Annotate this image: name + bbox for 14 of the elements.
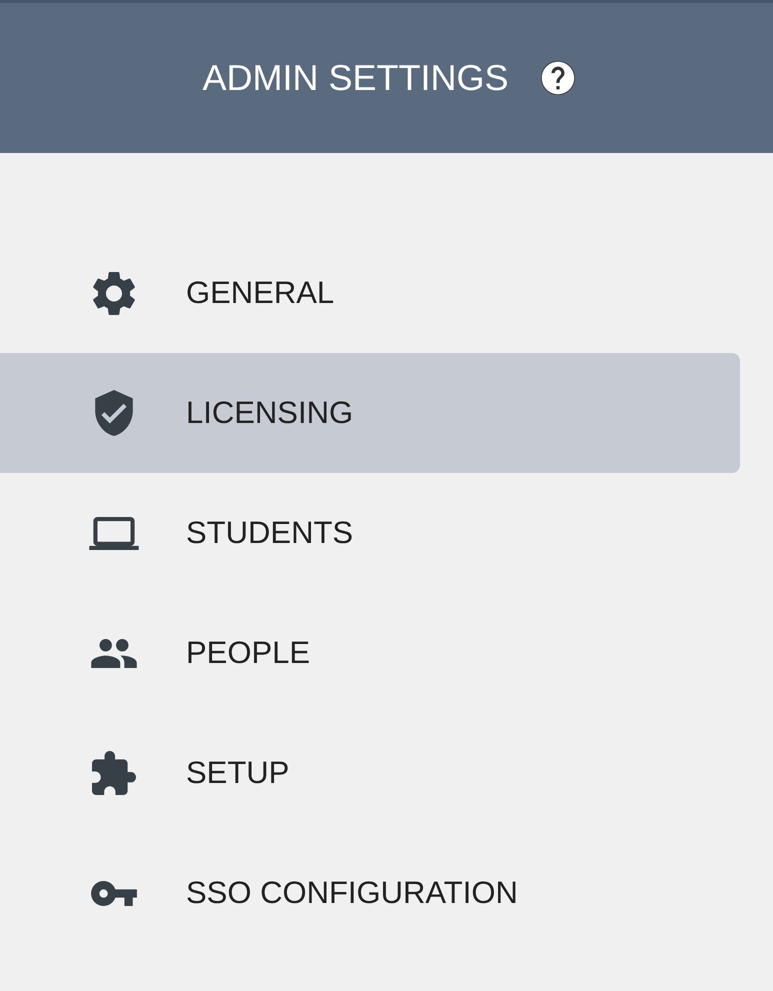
people-icon [91, 638, 137, 668]
nav-item[interactable]: LICENSING [0, 353, 740, 473]
laptop-icon [89, 516, 139, 550]
shield-check-icon [95, 390, 133, 436]
gear-icon [93, 270, 135, 316]
nav-item[interactable]: STUDENTS [0, 473, 740, 593]
page-title: ADMIN SETTINGS [202, 57, 509, 99]
help-icon[interactable] [540, 61, 575, 95]
nav-item[interactable]: PEOPLE [0, 593, 740, 713]
nav-item[interactable]: SETUP [0, 713, 740, 833]
nav-item[interactable]: SSO CONFIGURATION [0, 833, 740, 953]
puzzle-piece-icon [92, 751, 136, 795]
key-icon [91, 880, 137, 906]
nav-item[interactable]: GENERAL [0, 233, 740, 353]
